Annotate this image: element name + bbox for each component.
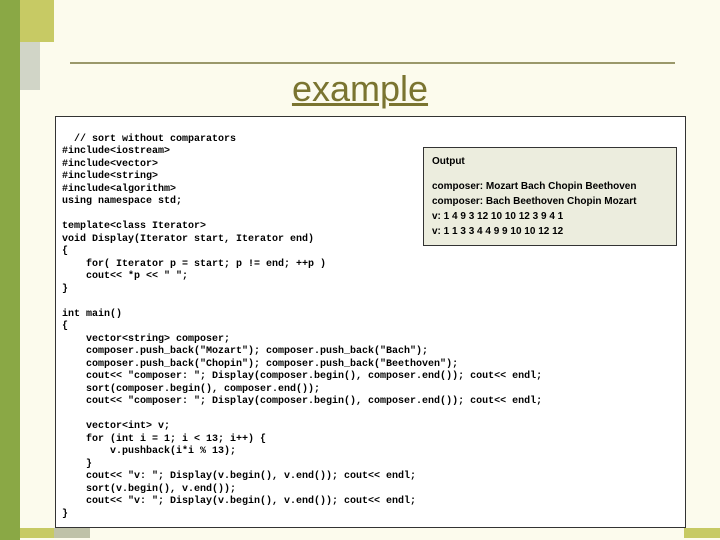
divider <box>70 62 675 64</box>
output-panel: Output composer: Mozart Bach Chopin Beet… <box>423 147 677 246</box>
code-block: // sort without comparators #include<ios… <box>55 116 686 528</box>
decoration-block <box>20 528 54 538</box>
output-line: v: 1 4 9 3 12 10 10 12 3 9 4 1 <box>432 209 668 224</box>
output-line: composer: Bach Beethoven Chopin Mozart <box>432 194 668 209</box>
output-line: composer: Mozart Bach Chopin Beethoven <box>432 179 668 194</box>
decoration-block <box>684 528 720 538</box>
decoration-block <box>54 528 90 538</box>
output-line: v: 1 1 3 3 4 4 9 9 10 10 12 12 <box>432 224 668 239</box>
slide-title: example <box>0 68 720 110</box>
decoration-block <box>20 0 54 42</box>
output-title: Output <box>432 154 668 169</box>
